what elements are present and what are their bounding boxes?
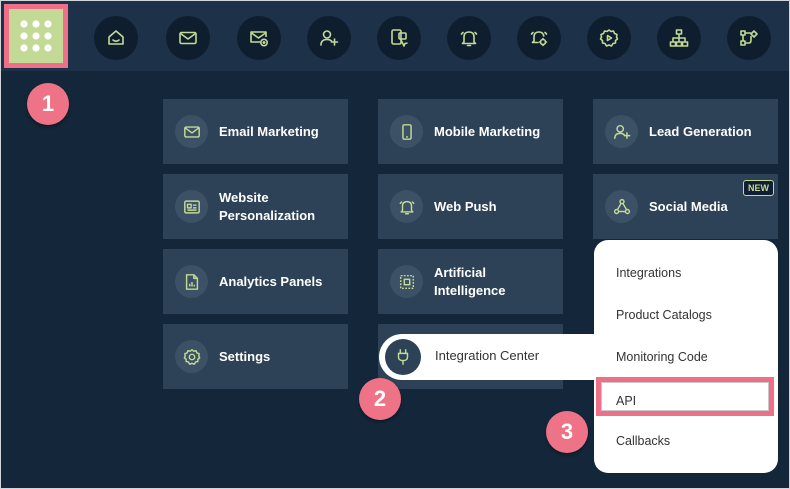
tile-label: Lead Generation xyxy=(649,124,752,139)
tile-website-personalization[interactable]: Website Personalization xyxy=(163,174,348,239)
mobile-icon xyxy=(390,115,423,148)
mail-add-icon[interactable] xyxy=(237,16,281,60)
tile-label: Artificial Intelligence xyxy=(434,265,506,298)
workflow-icon[interactable] xyxy=(727,16,771,60)
plug-icon xyxy=(385,339,421,375)
tile-settings[interactable]: Settings xyxy=(163,324,348,389)
chip-icon xyxy=(390,265,423,298)
tile-label: Integration Center xyxy=(435,348,540,363)
tile-label: Settings xyxy=(219,349,271,364)
bell-icon[interactable] xyxy=(447,16,491,60)
step-callout-1: 1 xyxy=(27,83,69,125)
submenu-item-product-catalogs[interactable]: Product Catalogs xyxy=(616,308,712,322)
add-user-icon[interactable] xyxy=(307,16,351,60)
device-click-icon[interactable] xyxy=(377,16,421,60)
step-callout-3: 3 xyxy=(546,411,588,453)
integration-center-submenu: Integrations Product Catalogs Monitoring… xyxy=(594,240,778,473)
top-navigation-bar xyxy=(1,1,789,71)
gear-play-icon[interactable] xyxy=(587,16,631,60)
new-badge: NEW xyxy=(743,180,774,196)
share-nodes-icon xyxy=(605,190,638,223)
mail-icon[interactable] xyxy=(166,16,210,60)
tile-integration-center[interactable]: Integration Center xyxy=(379,334,589,380)
tile-social-media[interactable]: Social Media NEW xyxy=(593,174,778,239)
tile-label: Website Personalization xyxy=(219,190,316,223)
step-callout-2: 2 xyxy=(359,378,401,420)
submenu-item-callbacks[interactable]: Callbacks xyxy=(616,434,670,448)
sitemap-icon[interactable] xyxy=(657,16,701,60)
website-card-icon xyxy=(175,190,208,223)
tile-label: Email Marketing xyxy=(219,124,319,139)
bell-icon xyxy=(390,190,423,223)
add-user-icon xyxy=(605,115,638,148)
tile-lead-generation[interactable]: Lead Generation xyxy=(593,99,778,164)
submenu-item-monitoring-code[interactable]: Monitoring Code xyxy=(616,350,708,364)
tile-mobile-marketing[interactable]: Mobile Marketing xyxy=(378,99,563,164)
tile-label: Analytics Panels xyxy=(219,274,323,289)
tile-artificial-intelligence[interactable]: Artificial Intelligence xyxy=(378,249,563,314)
document-chart-icon xyxy=(175,265,208,298)
tile-web-push[interactable]: Web Push xyxy=(378,174,563,239)
submenu-item-integrations[interactable]: Integrations xyxy=(616,266,681,280)
bell-settings-icon[interactable] xyxy=(517,16,561,60)
tile-label: Mobile Marketing xyxy=(434,124,541,139)
home-icon[interactable] xyxy=(94,16,138,60)
grid-icon xyxy=(20,20,52,52)
tile-label: Social Media xyxy=(649,199,728,214)
mail-icon xyxy=(175,115,208,148)
submenu-item-api[interactable]: API xyxy=(596,377,774,416)
submenu-item-label: API xyxy=(616,394,637,408)
gear-icon xyxy=(175,340,208,373)
tile-analytics-panels[interactable]: Analytics Panels xyxy=(163,249,348,314)
apps-menu-button[interactable] xyxy=(4,4,68,68)
tile-email-marketing[interactable]: Email Marketing xyxy=(163,99,348,164)
tile-label: Web Push xyxy=(434,199,497,214)
screenshot-frame: Email Marketing Mobile Marketing Lead Ge… xyxy=(0,0,790,489)
